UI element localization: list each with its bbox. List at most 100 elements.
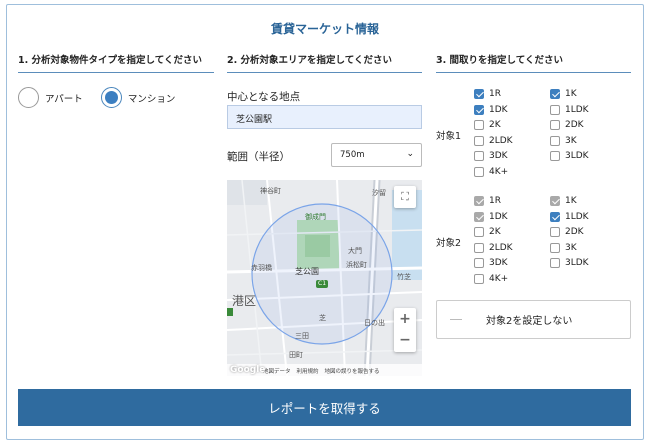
layout-checkbox-label: 2LDK xyxy=(489,242,513,253)
zoom-out-button[interactable]: − xyxy=(399,330,411,352)
checkbox-checked-icon[interactable] xyxy=(474,89,484,99)
layout-checkbox-label: 2LDK xyxy=(489,135,513,146)
page-title: 賃貸マーケット情報 xyxy=(270,22,379,36)
layout-checkbox-label: 2K xyxy=(489,227,501,237)
checkbox-checked-icon[interactable] xyxy=(550,196,560,206)
layout-checkbox[interactable]: 2DK xyxy=(550,227,584,237)
checkbox-checked-icon[interactable] xyxy=(550,89,560,99)
checkbox-empty-icon[interactable] xyxy=(474,242,484,253)
range-select-value: 750m xyxy=(340,150,365,160)
map-label-tamachi: 田町 xyxy=(289,351,303,359)
checkbox-checked-icon[interactable] xyxy=(474,196,484,206)
layout-checkbox-label: 1LDK xyxy=(565,211,589,222)
layout-checkbox[interactable]: 1LDK xyxy=(550,211,589,222)
checkbox-empty-icon[interactable] xyxy=(550,104,560,115)
map-data-link[interactable]: 地図データ xyxy=(263,367,291,375)
layout-checkbox-label: 1K xyxy=(565,89,577,99)
target1-label: 対象1 xyxy=(436,131,462,142)
map-report-link[interactable]: 地図の誤りを報告する xyxy=(325,367,380,375)
zoom-in-button[interactable]: + xyxy=(399,308,411,330)
map-label-mita: 三田 xyxy=(295,332,309,340)
layout-checkbox[interactable]: 1R xyxy=(474,196,501,206)
layout-checkbox[interactable]: 1DK xyxy=(474,211,508,222)
toggle-dash-icon xyxy=(450,319,462,320)
layout-checkbox-label: 3DK xyxy=(489,151,508,161)
checkbox-empty-icon[interactable] xyxy=(550,258,560,268)
checkbox-empty-icon[interactable] xyxy=(550,227,560,237)
checkbox-checked-icon[interactable] xyxy=(474,211,484,222)
radio-mansion-label[interactable]: マンション xyxy=(128,91,176,105)
center-point-input[interactable]: 芝公園駅 xyxy=(227,105,422,129)
map-label-kamiyacho: 神谷町 xyxy=(260,187,281,195)
layout-checkbox[interactable]: 3K xyxy=(550,242,577,253)
checkbox-empty-icon[interactable] xyxy=(550,242,560,253)
checkbox-checked-icon[interactable] xyxy=(474,104,484,115)
layout-checkbox-label: 2DK xyxy=(565,227,584,237)
checkbox-empty-icon[interactable] xyxy=(550,120,560,130)
layout-checkbox-label: 2K xyxy=(489,120,501,130)
section3-divider xyxy=(436,72,631,73)
checkbox-empty-icon[interactable] xyxy=(474,135,484,146)
map-label-c1: C1 xyxy=(318,280,327,287)
layout-checkbox-label: 1DK xyxy=(489,104,508,115)
layout-checkbox[interactable]: 4K+ xyxy=(474,166,509,177)
get-report-button[interactable]: レポートを取得する xyxy=(18,389,631,426)
map-label-shibakoen: 芝公園 xyxy=(295,267,319,276)
checkbox-checked-icon[interactable] xyxy=(550,211,560,222)
skip-target2-button[interactable]: 対象2を設定しない xyxy=(436,300,631,339)
layout-checkbox[interactable]: 3K xyxy=(550,135,577,146)
checkbox-empty-icon[interactable] xyxy=(474,227,484,237)
section1-heading: 1. 分析対象物件タイプを指定してください xyxy=(18,55,202,66)
radio-apartment-label[interactable]: アパート xyxy=(45,91,83,105)
checkbox-empty-icon[interactable] xyxy=(474,120,484,130)
map-view[interactable]: 神谷町 汐留 御成門 大門 浜松町 竹芝 赤羽橋 芝公園 港区 芝 日の出 三田… xyxy=(227,180,422,376)
layout-checkbox[interactable]: 2LDK xyxy=(474,135,513,146)
map-label-takeshiba: 竹芝 xyxy=(397,273,411,281)
layout-checkbox[interactable]: 2K xyxy=(474,227,501,237)
checkbox-empty-icon[interactable] xyxy=(550,151,560,161)
layout-checkbox-label: 4K+ xyxy=(489,166,509,177)
range-label: 範囲（半径） xyxy=(227,151,290,163)
google-logo: Google xyxy=(230,365,266,375)
layout-checkbox[interactable]: 1LDK xyxy=(550,104,589,115)
checkbox-empty-icon[interactable] xyxy=(474,258,484,268)
layout-checkbox[interactable]: 1R xyxy=(474,89,501,99)
layout-checkbox-label: 1DK xyxy=(489,211,508,222)
map-background xyxy=(227,180,422,376)
map-label-akabanebashi: 赤羽橋 xyxy=(251,264,272,272)
target2-label: 対象2 xyxy=(436,238,462,249)
radio-mansion[interactable] xyxy=(100,87,122,108)
layout-checkbox[interactable]: 1DK xyxy=(474,104,508,115)
layout-checkbox-label: 1LDK xyxy=(565,104,589,115)
map-label-shiba: 芝 xyxy=(319,314,326,322)
radio-apartment[interactable] xyxy=(18,87,39,108)
map-label-minato: 港区 xyxy=(232,294,257,308)
layout-checkbox[interactable]: 3DK xyxy=(474,258,508,268)
map-terms-link[interactable]: 利用規約 xyxy=(297,367,319,375)
section2-heading: 2. 分析対象エリアを指定してください xyxy=(227,55,392,66)
layout-checkbox[interactable]: 2DK xyxy=(550,120,584,130)
checkbox-empty-icon[interactable] xyxy=(474,166,484,177)
range-select[interactable]: 750m ⌄ xyxy=(331,143,422,167)
map-label-onarimon: 御成門 xyxy=(305,213,326,221)
layout-checkbox[interactable]: 1K xyxy=(550,196,577,206)
layout-checkbox-label: 3K xyxy=(565,242,577,253)
checkbox-empty-icon[interactable] xyxy=(474,273,484,284)
map-label-hamamatsucho: 浜松町 xyxy=(346,261,367,269)
layout-checkbox-label: 1R xyxy=(489,196,501,206)
layout-checkbox[interactable]: 4K+ xyxy=(474,273,509,284)
layout-checkbox[interactable]: 3LDK xyxy=(550,258,589,268)
layout-checkbox[interactable]: 3LDK xyxy=(550,151,589,161)
layout-checkbox[interactable]: 1K xyxy=(550,89,577,99)
skip-target2-label: 対象2を設定しない xyxy=(486,316,573,327)
layout-checkbox-label: 3LDK xyxy=(565,258,589,268)
section1-divider xyxy=(18,72,214,73)
fullscreen-icon[interactable]: ⛶ xyxy=(394,186,416,208)
layout-checkbox-label: 4K+ xyxy=(489,273,509,284)
layout-checkbox[interactable]: 2K xyxy=(474,120,501,130)
layout-checkbox[interactable]: 2LDK xyxy=(474,242,513,253)
checkbox-empty-icon[interactable] xyxy=(550,135,560,146)
checkbox-empty-icon[interactable] xyxy=(474,151,484,161)
layout-checkbox[interactable]: 3DK xyxy=(474,151,508,161)
map-label-hinode: 日の出 xyxy=(364,319,385,327)
